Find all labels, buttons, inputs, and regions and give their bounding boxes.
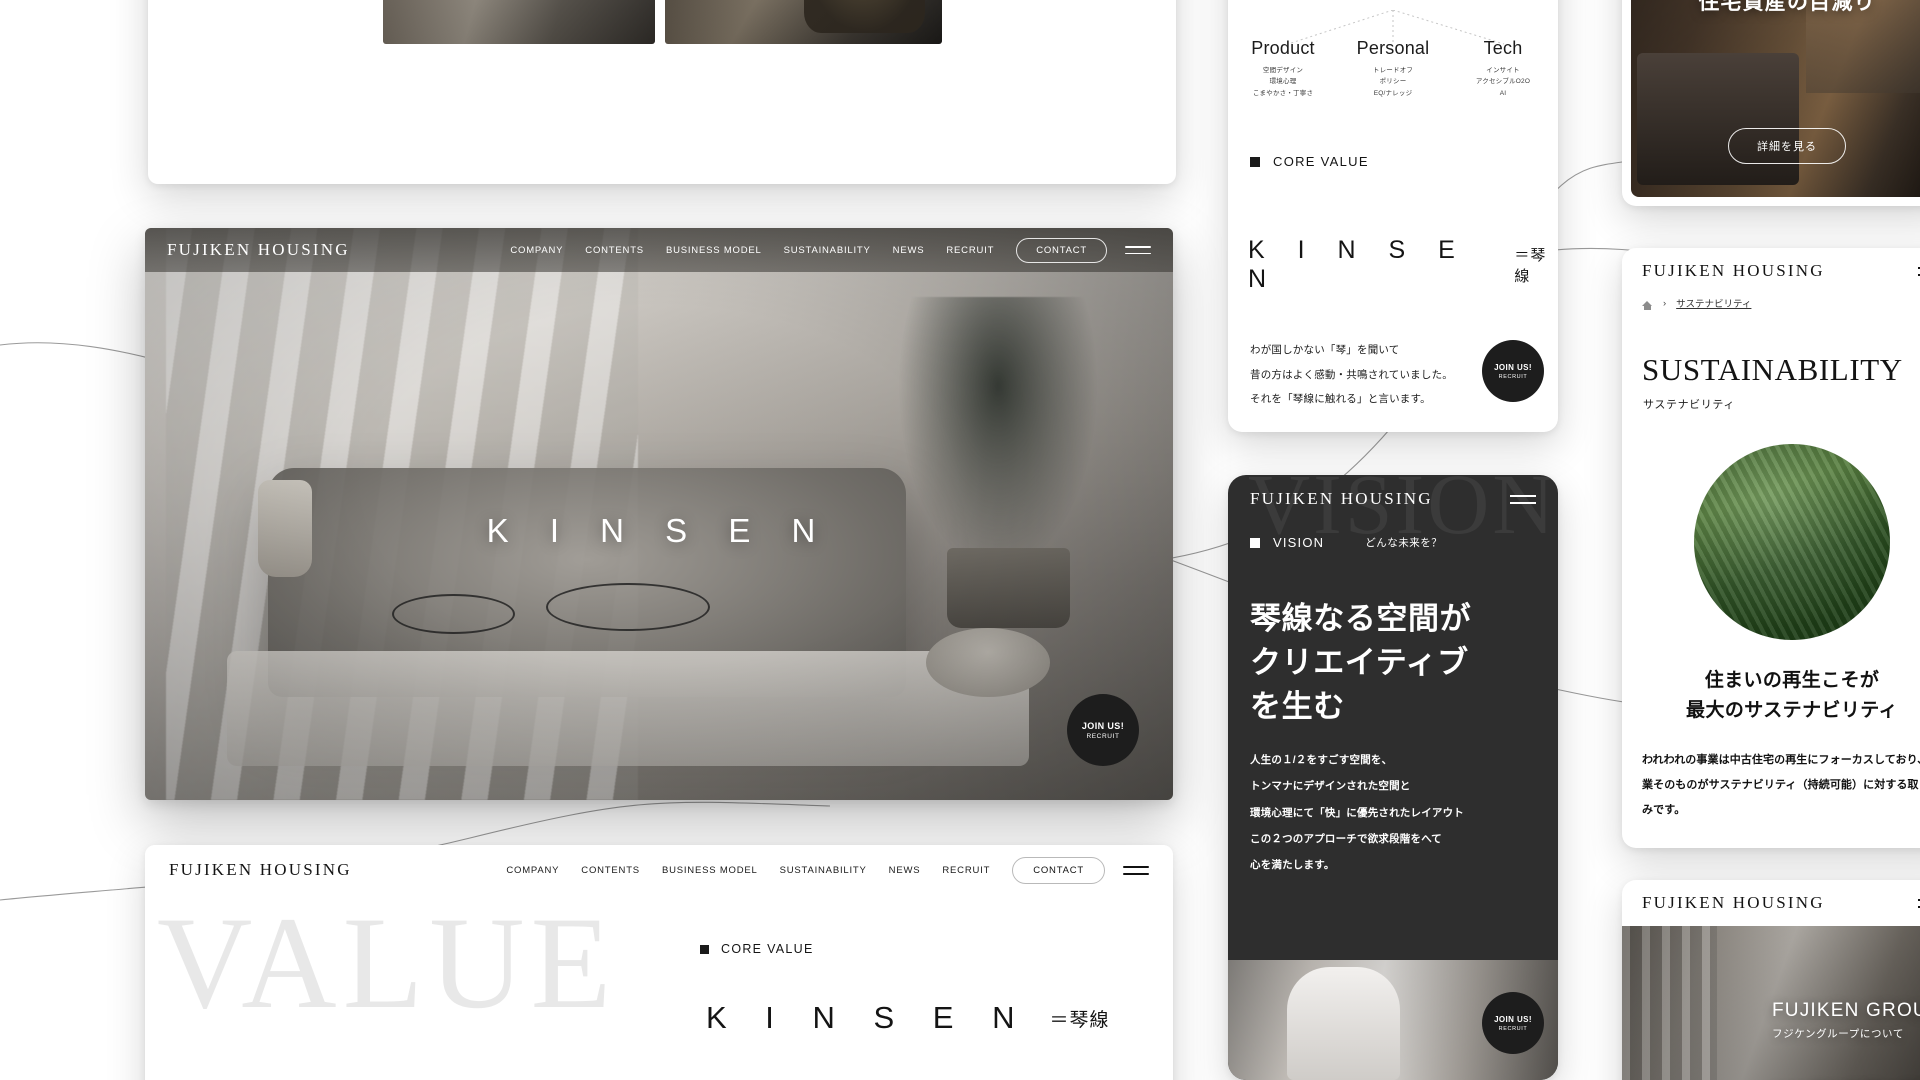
diagram-column-product: Product 空間デザイン 環境心理 こまやかさ・丁寧さ <box>1228 38 1338 99</box>
breadcrumb-current[interactable]: サステナビリティ <box>1676 296 1751 310</box>
detail-button[interactable]: 詳細を見る <box>1728 128 1846 164</box>
hamburger-icon[interactable] <box>1125 241 1151 259</box>
vision-label-text: VISION <box>1273 535 1325 550</box>
screenshot-canvas: FUJIKEN HOUSING COMPANY CONTENTS BUSINES… <box>0 0 1920 1080</box>
join-us-badge[interactable]: JOIN US! RECRUIT <box>1067 694 1139 766</box>
forest-circle-image <box>1694 444 1890 640</box>
nav-item-sustainability[interactable]: SUSTAINABILITY <box>784 245 871 256</box>
join-us-label: JOIN US! <box>1494 362 1532 372</box>
kinsen-lockup: K I N S E N ＝琴線 <box>1248 236 1558 294</box>
bullet-square-icon <box>1250 156 1260 167</box>
group-headline: 2020年に創業50周年を迎えた <box>1772 1076 1920 1080</box>
sustainability-heading: 住まいの再生こそが 最大のサステナビリティ <box>1686 670 1898 722</box>
join-us-sublabel: RECRUIT <box>1086 732 1120 740</box>
vision-label-jp: どんな未来を？ <box>1365 537 1443 549</box>
join-us-label: JOIN US! <box>1081 720 1125 731</box>
kinsen-equals-label: ＝琴線 <box>1514 247 1547 285</box>
nav-item-company[interactable]: COMPANY <box>510 245 563 256</box>
bullet-square-icon <box>1250 537 1260 548</box>
value-ghost-heading: VALUE <box>157 889 618 1036</box>
group-title-en: FUJIKEN GROUP <box>1772 1000 1920 1021</box>
cafe-photo-right <box>665 0 942 44</box>
asset-decline-card: O2 住宅資産の目減り 詳細を見る <box>1622 0 1920 206</box>
sustainability-body: われわれの事業は中古住宅の再生にフォーカスしており、事業そのものがサステナビリテ… <box>1642 754 1920 816</box>
nav-item-recruit[interactable]: RECRUIT <box>946 245 994 256</box>
diagram-column-tech: Tech インサイト アクセシブルO2O AI <box>1448 38 1558 99</box>
vision-section-label: VISION どんな未来を？ <box>1250 535 1442 550</box>
contact-button[interactable]: CONTACT <box>1012 856 1105 884</box>
kinsen-equals-label: ＝琴線 <box>1049 1009 1110 1031</box>
primary-nav: COMPANY CONTENTS BUSINESS MODEL SUSTAINA… <box>506 865 990 876</box>
core-value-body: わが国しかない「琴」を聞いて 昔の方はよく感動・共鳴されていました。 それを「琴… <box>1250 344 1453 406</box>
diagram-columns: Product 空間デザイン 環境心理 こまやかさ・丁寧さ Personal ト… <box>1228 38 1558 99</box>
core-value-label: CORE VALUE <box>1250 154 1369 169</box>
join-us-badge[interactable]: JOIN US! RECRUIT <box>1482 992 1544 1054</box>
hamburger-icon[interactable] <box>1123 861 1149 880</box>
group-title-jp: フジケングループについて <box>1772 1028 1904 1040</box>
core-value-label: CORE VALUE <box>700 942 814 956</box>
bullet-square-icon <box>700 944 709 954</box>
sustainability-navbar: FUJIKEN HOUSING <box>1622 248 1920 294</box>
breadcrumb: › サステナビリティ <box>1642 296 1751 310</box>
brand-logo[interactable]: FUJIKEN HOUSING <box>167 240 350 260</box>
hero-wordmark: K I N S E N <box>486 512 832 549</box>
kinsen-logotype: K I N S E N <box>1248 236 1468 293</box>
column-lines: トレードオフ ポリシー EQ/ナレッジ <box>1372 67 1414 97</box>
sustainability-subtitle: サステナビリティ <box>1643 399 1735 411</box>
value-diagram: Product 空間デザイン 環境心理 こまやかさ・丁寧さ Personal ト… <box>1228 10 1558 106</box>
contact-button[interactable]: CONTACT <box>1016 237 1107 263</box>
kinsen-lockup: K I N S E N ＝琴線 <box>706 1000 1110 1036</box>
core-value-text: CORE VALUE <box>1273 154 1369 169</box>
column-heading: Personal <box>1356 38 1430 58</box>
nav-item-contents[interactable]: CONTENTS <box>581 865 640 876</box>
nav-item-company[interactable]: COMPANY <box>506 865 559 876</box>
join-us-sublabel: RECRUIT <box>1498 1025 1528 1032</box>
cafe-photo-left <box>383 0 655 44</box>
brand-logo[interactable]: FUJIKEN HOUSING <box>1642 261 1825 281</box>
nav-item-sustainability[interactable]: SUSTAINABILITY <box>780 865 867 876</box>
join-us-badge[interactable]: JOIN US! RECRUIT <box>1482 340 1544 402</box>
brand-logo[interactable]: FUJIKEN HOUSING <box>1250 489 1433 509</box>
vision-heading: 琴線なる空間が クリエイティブ を生む <box>1250 601 1472 725</box>
value-navbar: FUJIKEN HOUSING COMPANY CONTENTS BUSINES… <box>145 845 1173 895</box>
gallery-panel <box>148 0 1176 184</box>
nav-item-news[interactable]: NEWS <box>893 245 925 256</box>
column-lines: 空間デザイン 環境心理 こまやかさ・丁寧さ <box>1252 67 1314 97</box>
nav-item-business-model[interactable]: BUSINESS MODEL <box>662 865 758 876</box>
breadcrumb-separator: › <box>1663 297 1667 309</box>
hamburger-icon[interactable] <box>1510 490 1536 509</box>
nav-item-news[interactable]: NEWS <box>889 865 921 876</box>
kinsen-logotype: K I N S E N <box>706 1000 1030 1035</box>
gallery-photos <box>148 0 1176 184</box>
brand-logo[interactable]: FUJIKEN HOUSING <box>1642 893 1825 913</box>
fujiken-group-panel: FUJIKEN HOUSING FUJIKEN GROUP フジケングループにつ… <box>1622 880 1920 1080</box>
vision-body: 人生の１/２をすごす空間を、 トンマナにデザインされた空間と 環境心理にて「快」… <box>1250 754 1464 871</box>
nav-item-recruit[interactable]: RECRUIT <box>942 865 990 876</box>
core-value-text: CORE VALUE <box>721 942 814 956</box>
vision-panel: VISION FUJIKEN HOUSING VISION どんな未来を？ 琴線… <box>1228 475 1558 1080</box>
nav-item-business-model[interactable]: BUSINESS MODEL <box>666 245 762 256</box>
hero-navbar: FUJIKEN HOUSING COMPANY CONTENTS BUSINES… <box>145 228 1173 272</box>
home-icon[interactable] <box>1642 298 1653 310</box>
value-panel: FUJIKEN HOUSING COMPANY CONTENTS BUSINES… <box>145 845 1173 1080</box>
column-heading: Product <box>1251 38 1315 58</box>
brand-logo[interactable]: FUJIKEN HOUSING <box>169 860 352 880</box>
card-title: 住宅資産の目減り <box>1698 0 1876 14</box>
hero-panel: FUJIKEN HOUSING COMPANY CONTENTS BUSINES… <box>145 228 1173 800</box>
core-value-panel: Product 空間デザイン 環境心理 こまやかさ・丁寧さ Personal ト… <box>1228 0 1558 432</box>
join-us-label: JOIN US! <box>1494 1014 1532 1024</box>
sustainability-title: SUSTAINABILITY <box>1642 352 1903 387</box>
sustainability-panel: FUJIKEN HOUSING › サステナビリティ SUSTAINABILIT… <box>1622 248 1920 848</box>
column-heading: Tech <box>1483 38 1523 58</box>
column-lines: インサイト アクセシブルO2O AI <box>1475 67 1531 97</box>
diagram-column-personal: Personal トレードオフ ポリシー EQ/ナレッジ <box>1338 38 1448 99</box>
bedroom-photo <box>1631 0 1920 197</box>
primary-nav: COMPANY CONTENTS BUSINESS MODEL SUSTAINA… <box>510 245 994 256</box>
group-navbar: FUJIKEN HOUSING <box>1622 880 1920 926</box>
nav-item-contents[interactable]: CONTENTS <box>585 245 644 256</box>
vision-navbar: FUJIKEN HOUSING <box>1228 475 1558 523</box>
join-us-sublabel: RECRUIT <box>1498 373 1528 380</box>
